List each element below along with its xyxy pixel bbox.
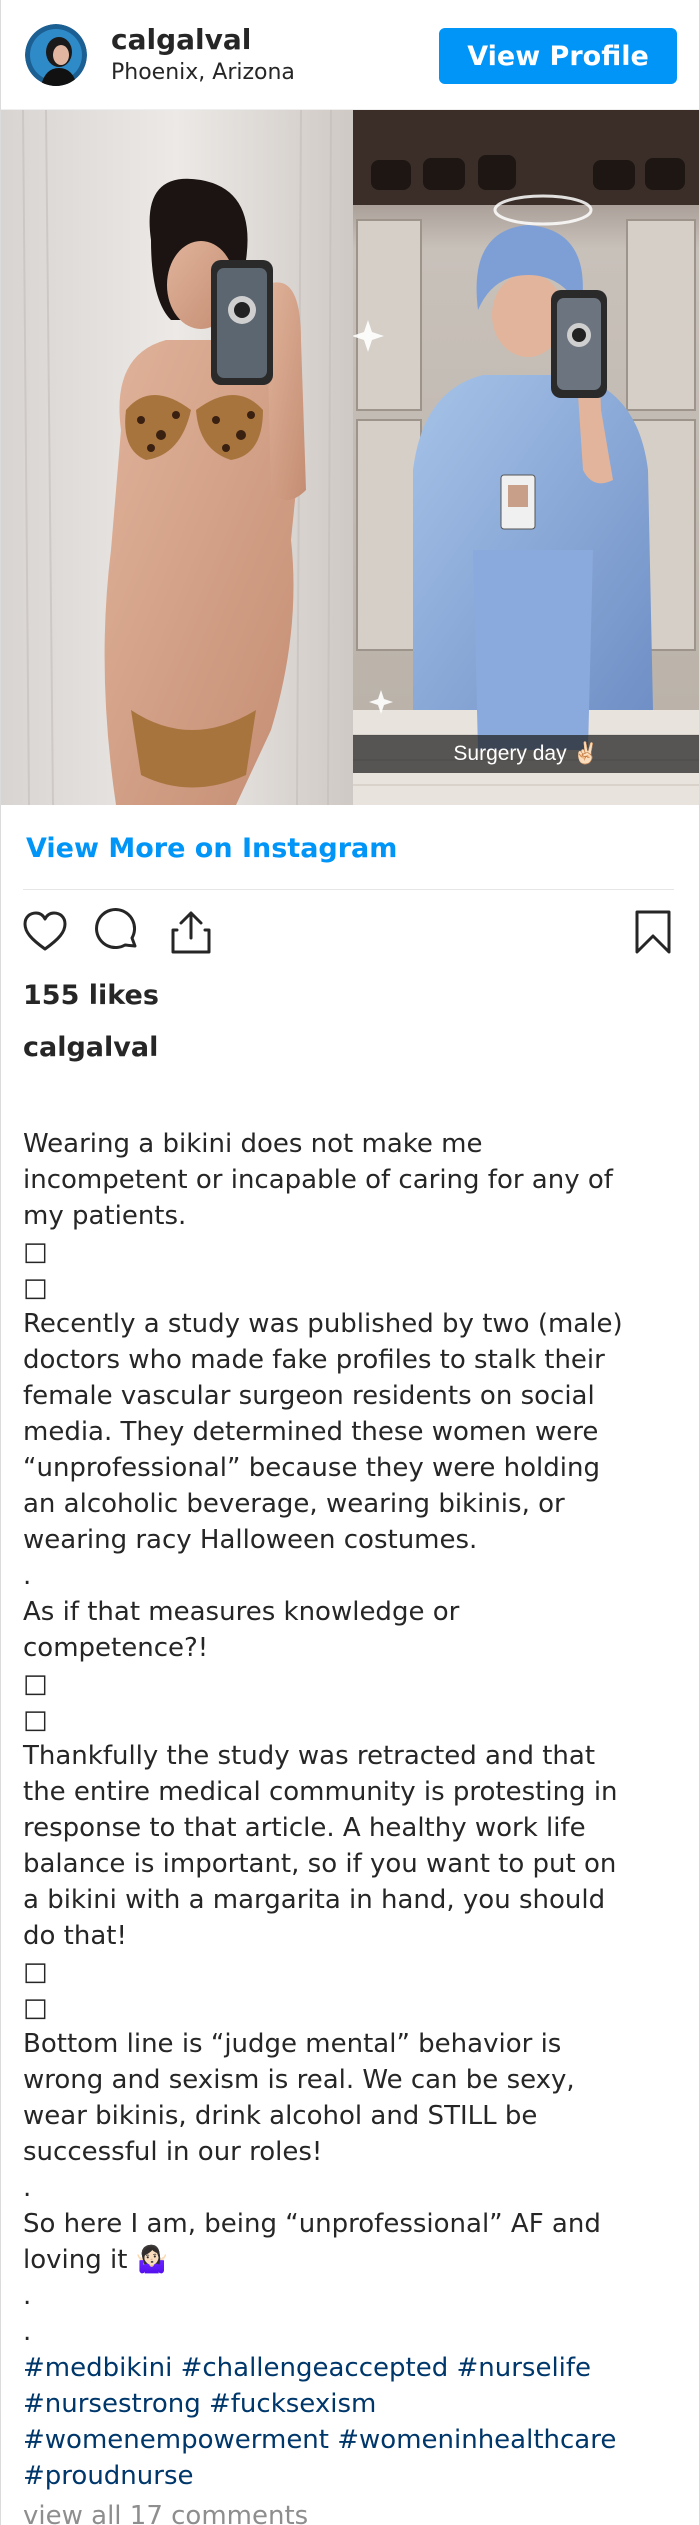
hashtag-line[interactable]: #medbikini #challengeaccepted #nurselife <box>23 2350 677 2386</box>
caption-line: a bikini with a margarita in hand, you s… <box>23 1885 606 1915</box>
caption-line: As if that measures knowledge or <box>23 1597 460 1627</box>
caption-line: Wearing a bikini does not make me <box>23 1129 483 1159</box>
view-comments-link[interactable]: view all 17 comments <box>1 2494 699 2525</box>
caption-line: successful in our roles! <box>23 2137 323 2167</box>
avatar-image <box>25 23 87 86</box>
overlay-caption: Surgery day ✌🏻 <box>353 735 699 773</box>
caption-line: . <box>23 2173 32 2203</box>
caption-line: wear bikinis, drink alcohol and STILL be <box>23 2101 538 2131</box>
share-icon[interactable] <box>167 908 215 956</box>
caption-username[interactable]: calgalval <box>1 1030 699 1092</box>
caption-line: Bottom line is “judge mental” behavior i… <box>23 2029 562 2059</box>
caption-text: Wearing a bikini does not make me incomp… <box>1 1092 699 2494</box>
caption-line: □ <box>23 1669 48 1699</box>
location[interactable]: Phoenix, Arizona <box>111 58 295 88</box>
comment-icon[interactable] <box>95 908 143 956</box>
caption-line: do that! <box>23 1921 127 1951</box>
caption-line: . <box>23 2281 32 2311</box>
heart-icon[interactable] <box>21 908 69 956</box>
caption-line: incompetent or incapable of caring for a… <box>23 1165 613 1195</box>
caption-line: So here I am, being “unprofessional” AF … <box>23 2209 601 2239</box>
caption-line: competence?! <box>23 1633 209 1663</box>
caption-line: Thankfully the study was retracted and t… <box>23 1741 596 1771</box>
left-photo <box>1 110 353 805</box>
caption-line: my patients. <box>23 1201 187 1231</box>
caption-line: “unprofessional” because they were holdi… <box>23 1453 600 1483</box>
caption-line: □ <box>23 1237 48 1267</box>
view-profile-button[interactable]: View Profile <box>439 28 677 84</box>
caption-line: loving it 🤷🏻‍♀️ <box>23 2245 169 2275</box>
avatar[interactable] <box>25 23 87 86</box>
caption-line: □ <box>23 1993 48 2023</box>
caption-line: wrong and sexism is real. We can be sexy… <box>23 2065 575 2095</box>
caption-line: an alcoholic beverage, wearing bikinis, … <box>23 1489 565 1519</box>
caption-line: doctors who made fake profiles to stalk … <box>23 1345 605 1375</box>
caption-line: response to that article. A healthy work… <box>23 1813 586 1843</box>
caption-line: Recently a study was published by two (m… <box>23 1309 623 1339</box>
caption-line: . <box>23 2317 32 2347</box>
caption-line: female vascular surgeon residents on soc… <box>23 1381 595 1411</box>
caption-line: □ <box>23 1273 48 1303</box>
post-media[interactable]: Surgery day ✌🏻 <box>1 110 699 805</box>
like-count[interactable]: 155 likes <box>1 976 699 1030</box>
view-more-link[interactable]: View More on Instagram <box>1 805 699 889</box>
hashtag-line[interactable]: #nursestrong #fucksexism <box>23 2386 677 2422</box>
caption-line: □ <box>23 1705 48 1735</box>
instagram-embed: calgalval Phoenix, Arizona View Profile <box>0 0 700 2525</box>
bookmark-icon[interactable] <box>629 908 677 956</box>
username[interactable]: calgalval <box>111 22 295 58</box>
action-bar <box>1 890 699 976</box>
caption-line: wearing racy Halloween costumes. <box>23 1525 478 1555</box>
caption-line: □ <box>23 1957 48 1987</box>
hashtag-line[interactable]: #proudnurse <box>23 2458 677 2494</box>
caption-line: the entire medical community is protesti… <box>23 1777 618 1807</box>
caption-line: . <box>23 1561 32 1591</box>
post-header: calgalval Phoenix, Arizona View Profile <box>1 0 699 110</box>
right-photo <box>353 110 699 805</box>
caption-line: balance is important, so if you want to … <box>23 1849 617 1879</box>
user-info: calgalval Phoenix, Arizona <box>111 22 295 88</box>
hashtag-line[interactable]: #womenempowerment #womeninhealthcare <box>23 2422 677 2458</box>
caption-line: media. They determined these women were <box>23 1417 599 1447</box>
